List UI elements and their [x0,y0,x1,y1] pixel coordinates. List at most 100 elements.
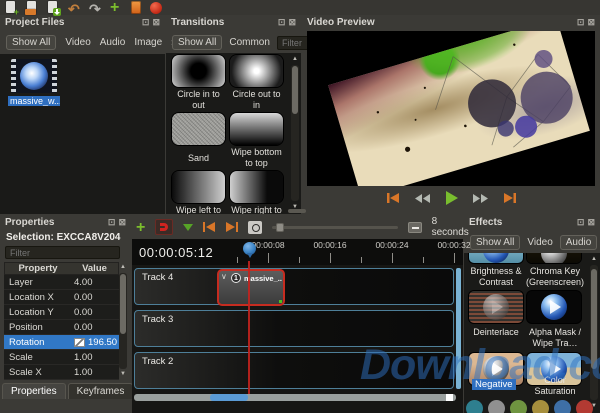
file-item[interactable]: massive_w... [8,59,60,111]
scroll-down-icon[interactable] [119,370,127,379]
bottom-tab-properties[interactable]: Properties [2,383,66,399]
effects-scrollbar[interactable] [590,265,598,400]
pf-tab-audio[interactable]: Audio [100,37,126,48]
transition-thumb-sand[interactable] [172,113,225,145]
effect-thumb-partial[interactable] [510,400,527,413]
close-panel-icon[interactable] [587,17,595,28]
new-project-icon[interactable] [5,1,17,14]
play-button[interactable] [444,191,459,205]
timeline-clip-selected[interactable]: 1 massive_... [217,269,285,306]
properties-table: Property Value Layer4.00 Location X0.00 … [4,262,119,380]
main-toolbar [0,0,600,15]
transitions-scrollbar[interactable] [291,65,299,201]
properties-scrollbar[interactable] [119,273,127,369]
track-3[interactable]: Track 3 [134,310,454,347]
scroll-down-icon[interactable] [590,402,598,411]
float-panel-icon[interactable] [577,17,585,28]
table-row[interactable]: Scale X1.00 [4,365,119,380]
snapping-toggle[interactable] [155,219,172,235]
zoom-slider-handle[interactable] [276,223,284,232]
open-project-icon[interactable] [26,1,38,14]
fx-tab-video[interactable]: Video [527,237,552,248]
effect-thumb-deinterlace[interactable] [469,291,523,323]
float-panel-icon[interactable] [108,217,116,228]
fast-forward-button[interactable] [472,193,489,204]
effect-thumb-alpha-mask[interactable] [527,291,581,323]
transition-thumb-wipe-bottom-to-top[interactable] [230,113,283,145]
fx-tab-audio[interactable]: Audio [560,235,598,250]
pf-tab-video[interactable]: Video [65,37,90,48]
pf-tab-show-all[interactable]: Show All [6,35,56,50]
choose-profile-icon[interactable] [131,1,141,14]
close-panel-icon[interactable] [152,17,160,28]
transition-caption: Wipe bottom to top [228,147,285,169]
table-row-selected[interactable]: Rotation196.50 [4,335,119,350]
playhead-line[interactable] [248,261,250,394]
transition-thumb-wipe-left-to-right[interactable] [172,171,225,203]
table-row[interactable]: Scale1.00 [4,350,119,365]
fx-tab-show-all[interactable]: Show All [470,235,520,250]
close-panel-icon[interactable] [118,217,126,228]
project-files-list: massive_w... [0,54,165,214]
splitter-handle[interactable] [288,209,306,213]
effect-thumb-chroma-key[interactable] [527,253,581,263]
zoom-tool-icon[interactable] [248,221,262,234]
timeline-horizontal-scrollbar[interactable] [134,394,456,401]
bottom-tab-keyframes[interactable]: Keyframes [68,383,134,399]
razor-tool-icon[interactable] [183,224,193,231]
header-value[interactable]: Value [71,263,118,274]
table-row[interactable]: Location Y0.00 [4,305,119,320]
properties-filter-input[interactable] [5,246,120,259]
float-panel-icon[interactable] [577,217,585,228]
close-panel-icon[interactable] [587,217,595,228]
float-panel-icon[interactable] [142,17,150,28]
track-2[interactable]: Track 2 [134,352,454,389]
scroll-up-icon[interactable] [291,55,299,64]
table-row[interactable]: Position0.00 [4,320,119,335]
scrollbar-thumb[interactable] [120,274,126,334]
table-row[interactable]: Location X0.00 [4,290,119,305]
effect-thumb-partial[interactable] [554,400,571,413]
scroll-up-icon[interactable] [119,263,127,272]
clip-menu-chevron-icon[interactable] [221,272,227,281]
float-panel-icon[interactable] [278,17,286,28]
pf-tab-image[interactable]: Image [134,37,162,48]
video-preview-title: Video Preview [307,17,375,28]
import-files-icon[interactable] [110,1,122,14]
effect-thumb-partial[interactable] [532,400,549,413]
effect-thumb-partial[interactable] [488,400,505,413]
transition-thumb-wipe-right-to-left[interactable] [230,171,283,203]
redo-icon[interactable] [89,1,101,14]
undo-icon[interactable] [68,1,80,14]
export-video-icon[interactable] [150,2,162,14]
rewind-button[interactable] [414,193,431,204]
scrollbar-thumb[interactable] [591,269,597,369]
keyframe-edit-icon[interactable] [74,338,85,347]
scrollbar-thumb[interactable] [210,394,248,401]
save-project-icon[interactable] [47,1,59,14]
timeline-vertical-scrollbar[interactable] [456,268,461,389]
jump-start-icon[interactable] [203,222,216,232]
track-4[interactable]: Track 4 1 massive_... [134,268,454,305]
jump-to-start-button[interactable] [386,192,401,204]
close-panel-icon[interactable] [288,17,296,28]
jump-end-icon[interactable] [225,222,238,232]
effect-thumb-brightness[interactable] [469,253,523,263]
scroll-up-icon[interactable] [590,255,598,264]
scrollbar-resize-handle[interactable] [446,394,453,401]
playhead-marker[interactable] [243,242,256,255]
jump-to-end-button[interactable] [502,192,517,204]
transition-thumb-circle-in-to-out[interactable] [172,55,225,87]
scrollbar-thumb[interactable] [292,66,298,114]
add-track-icon[interactable] [136,221,145,234]
effect-thumb-partial[interactable] [466,400,483,413]
zoom-slider[interactable] [272,226,398,229]
transition-thumb-circle-out-to-in[interactable] [230,55,283,87]
tr-tab-common[interactable]: Common [229,37,270,48]
zoom-out-icon[interactable] [408,222,422,233]
header-property[interactable]: Property [5,263,71,274]
timeline-ruler[interactable]: 00:00:05:12 00:00:08 00:00:16 00:00:24 0… [132,239,463,265]
tr-tab-show-all[interactable]: Show All [172,35,222,50]
effect-caption-selected[interactable]: Negative [472,379,516,390]
table-row[interactable]: Layer4.00 [4,275,119,290]
